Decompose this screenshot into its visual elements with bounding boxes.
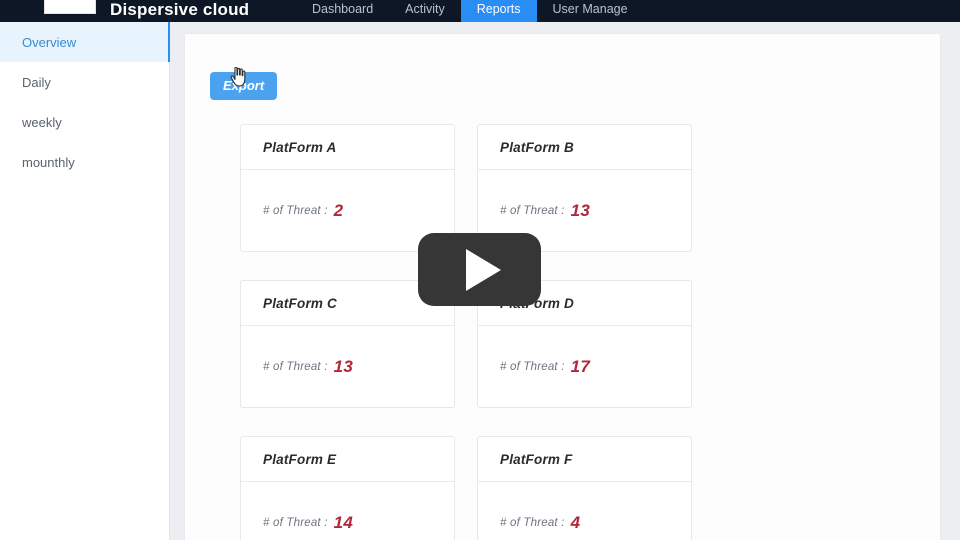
threat-count: 17 [570,356,591,376]
card-header: PlatForm B [478,125,691,170]
app-root: Dispersive cloud Dashboard Activity Repo… [0,0,960,540]
threat-count: 4 [570,512,581,532]
card-row: PlatForm E # of Threat : 14 PlatForm F #… [240,436,730,540]
sidebar-item-daily[interactable]: Daily [0,62,169,102]
brand-title: Dispersive cloud [110,0,250,19]
sidebar-item-mounthly[interactable]: mounthly [0,142,169,182]
threat-count: 13 [570,200,591,220]
card-title: PlatForm E [263,451,337,467]
content-panel: Export PlatForm A # of Threat : 2 PlatFo… [185,34,940,540]
platform-card[interactable]: PlatForm A # of Threat : 2 [240,124,455,252]
card-body: # of Threat : 14 [241,482,454,540]
nav-link-activity[interactable]: Activity [389,0,461,22]
dandelion-logo-icon[interactable] [44,0,96,14]
sidebar-item-overview[interactable]: Overview [0,22,170,62]
card-header: PlatForm E [241,437,454,482]
page-area: Export PlatForm A # of Threat : 2 PlatFo… [171,22,960,540]
card-header: PlatForm F [478,437,691,482]
nav-links: Dashboard Activity Reports User Manage [296,0,644,22]
threat-label: # of Threat : [500,516,565,529]
platform-card[interactable]: PlatForm E # of Threat : 14 [240,436,455,540]
nav-link-reports[interactable]: Reports [460,0,537,22]
threat-count: 14 [333,512,354,532]
top-navigation-bar: Dispersive cloud Dashboard Activity Repo… [0,0,960,22]
card-title: PlatForm A [263,139,337,155]
threat-label: # of Threat : [500,360,565,373]
sidebar-item-weekly[interactable]: weekly [0,102,169,142]
card-title: PlatForm F [500,451,573,467]
play-button-icon[interactable] [418,233,541,306]
platform-cards-grid: PlatForm A # of Threat : 2 PlatForm B # … [240,124,730,540]
threat-count: 13 [333,356,354,376]
card-body: # of Threat : 4 [478,482,691,540]
threat-label: # of Threat : [263,516,328,529]
card-body: # of Threat : 13 [241,326,454,407]
export-button[interactable]: Export [210,72,278,100]
card-title: PlatForm B [500,139,575,155]
threat-count: 2 [333,200,344,220]
card-title: PlatForm C [263,295,338,311]
card-body: # of Threat : 17 [478,326,691,407]
card-header: PlatForm A [241,125,454,170]
threat-label: # of Threat : [263,204,328,217]
threat-label: # of Threat : [263,360,328,373]
threat-label: # of Threat : [500,204,565,217]
play-triangle-icon [466,248,501,291]
platform-card[interactable]: PlatForm F # of Threat : 4 [477,436,692,540]
sidebar: Overview Daily weekly mounthly [0,22,170,540]
nav-link-dashboard[interactable]: Dashboard [296,0,389,22]
nav-link-user-manage[interactable]: User Manage [537,0,644,22]
